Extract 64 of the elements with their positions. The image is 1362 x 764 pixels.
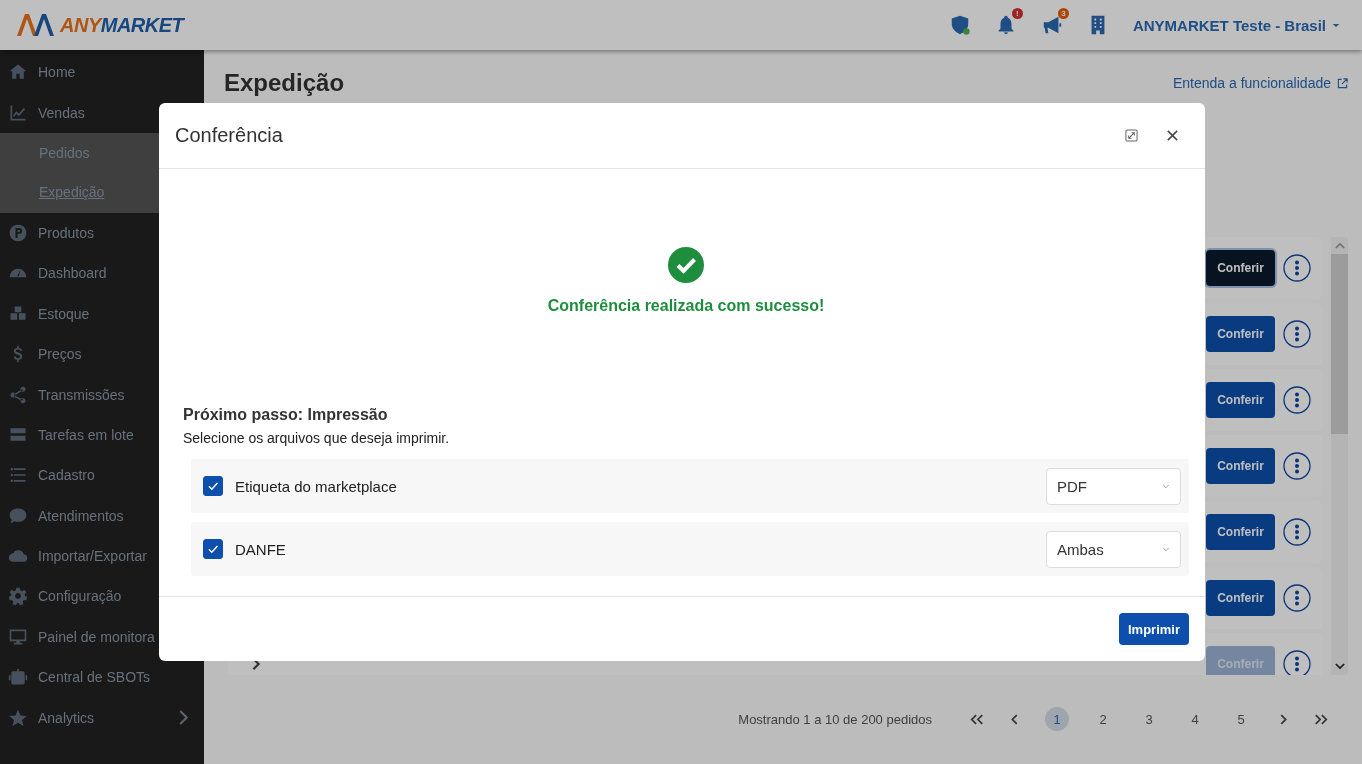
conferir-button[interactable]: Conferir [1206, 448, 1275, 484]
page-button[interactable]: 4 [1183, 707, 1207, 731]
announcement-badge: 3 [1057, 8, 1069, 19]
close-icon[interactable] [1166, 129, 1179, 142]
sidebar-item[interactable]: Cadastro [0, 455, 204, 496]
more-options-icon[interactable] [1283, 584, 1311, 612]
more-options-icon[interactable] [1283, 386, 1311, 414]
more-options-icon[interactable] [1283, 254, 1311, 282]
conferir-button[interactable]: Conferir [1206, 382, 1275, 418]
logo-icon [16, 13, 56, 37]
success-check-icon [668, 247, 704, 283]
sidebar-item[interactable]: Dashboard [0, 253, 204, 294]
format-select[interactable]: PDF [1046, 467, 1181, 505]
caret-icon [1332, 22, 1340, 28]
print-button[interactable]: Imprimir [1119, 613, 1189, 645]
expand-icon[interactable] [1125, 129, 1138, 142]
conferir-button[interactable]: Conferir [1206, 580, 1275, 616]
chevron-down-icon [1162, 546, 1170, 552]
sidebar-item[interactable]: Home [0, 52, 204, 93]
conferir-button[interactable]: Conferir [1206, 250, 1275, 286]
modal-title: Conferência [175, 124, 284, 147]
conferir-button[interactable]: Conferir [1206, 514, 1275, 550]
help-link[interactable]: Entenda a funcionalidade [1172, 75, 1348, 91]
checkbox[interactable] [203, 476, 223, 496]
sidebar-item[interactable]: Produtos [0, 212, 204, 254]
success-message: Conferência realizada com sucesso! [547, 297, 825, 315]
instruction-text: Selecione os arquivos que deseja imprimir. [183, 430, 451, 446]
sidebar-item[interactable]: Painel de monitora [0, 616, 204, 658]
page-button[interactable]: 2 [1091, 707, 1115, 731]
pagination-summary: Mostrando 1 a 10 de 200 pedidos [738, 711, 932, 727]
robot-icon [8, 667, 28, 688]
file-option-label: Etiqueta do marketplace [235, 477, 398, 495]
sidebar-item[interactable]: Analytics [0, 697, 204, 738]
account-menu[interactable]: ANYMARKET Teste - Brasil [1132, 16, 1340, 34]
chevron-down-icon [1162, 483, 1170, 489]
next-step-heading: Próximo passo: Impressão [183, 406, 389, 424]
sidebar-item[interactable]: Estoque [0, 293, 204, 334]
share-icon [8, 384, 28, 405]
scrollbar[interactable] [1331, 237, 1348, 675]
checkbox[interactable] [203, 539, 223, 559]
more-options-icon[interactable] [1283, 650, 1311, 675]
page-button[interactable]: 5 [1229, 707, 1253, 731]
gear-icon [8, 586, 28, 607]
sidebar-item[interactable]: Importar/Exportar [0, 535, 204, 577]
scroll-down-icon[interactable] [1334, 663, 1345, 670]
file-option-label: DANFE [235, 540, 287, 558]
external-link-icon [1337, 77, 1348, 89]
first-page-icon[interactable] [970, 713, 984, 725]
more-options-icon[interactable] [1283, 452, 1311, 480]
page-title: Expedição [224, 69, 345, 97]
more-options-icon[interactable] [1283, 518, 1311, 546]
more-options-icon[interactable] [1283, 320, 1311, 348]
sidebar-item[interactable]: Atendimentos [0, 495, 204, 536]
sidebar-item[interactable]: Central de SBOTs [0, 657, 204, 698]
last-page-icon[interactable] [1314, 713, 1328, 725]
notification-badge: ! [1011, 8, 1023, 19]
sidebar-item[interactable]: Configuração [0, 576, 204, 617]
brand-logo[interactable]: ANYMARKET [16, 13, 184, 37]
format-select[interactable]: Ambas [1046, 530, 1181, 568]
conferir-button[interactable]: Conferir [1206, 316, 1275, 352]
sidebar-item[interactable]: Preços [0, 333, 204, 375]
page-button[interactable]: 1 [1045, 707, 1069, 731]
page-button[interactable]: 3 [1137, 707, 1161, 731]
scroll-thumb[interactable] [1331, 254, 1348, 434]
